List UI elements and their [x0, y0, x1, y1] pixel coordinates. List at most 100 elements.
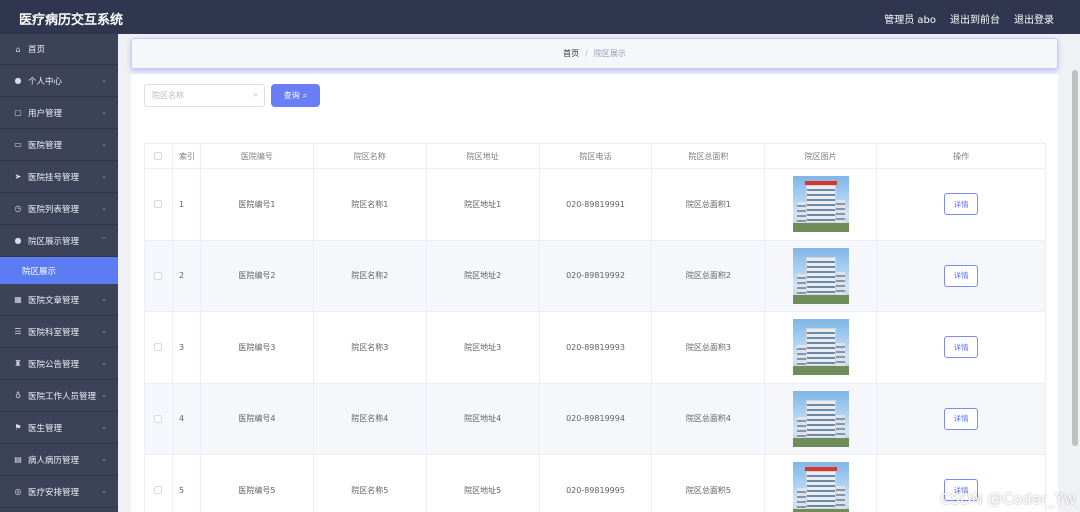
sidebar-subitem-campus-display[interactable]: 院区展示 [0, 257, 118, 284]
chevron-down-icon: ⌄ [101, 76, 107, 84]
hospital-image[interactable] [792, 319, 849, 376]
grid-icon: ▦ [14, 295, 22, 304]
index-cell: 4 [173, 383, 201, 454]
query-button[interactable]: 查询 ⌕ [271, 84, 320, 107]
area-cell: 院区总面积4 [652, 383, 766, 454]
chevron-down-icon: ⌄ [101, 295, 107, 303]
phone-cell: 020-89819993 [540, 312, 653, 383]
detail-button[interactable]: 详情 [944, 264, 979, 287]
campus-table: 索引 医院编号 院区名称 院区地址 院区电话 院区总面积 院区图片 操作 1 医… [144, 143, 1046, 512]
query-button-label: 查询 [283, 91, 300, 100]
chevron-down-icon: ⌄ [101, 359, 107, 367]
sidebar-item-personal-center[interactable]: ● 个人中心 ⌄ [0, 65, 118, 97]
index-cell: 1 [173, 169, 201, 240]
image-cell [765, 455, 878, 512]
sidebar-item-label: 医院工作人员管理 [28, 391, 97, 402]
sliders-icon: ☰ [14, 327, 22, 336]
flag-icon: ⚑ [14, 423, 22, 432]
chevron-down-icon: ⌄ [101, 172, 107, 180]
select-all-checkbox[interactable] [154, 152, 163, 160]
table-row: 2 医院编号2 院区名称2 院区地址2 020-89819992 院区总面积2 … [145, 240, 1046, 312]
action-cell: 详情 [877, 169, 1046, 240]
row-checkbox-cell [145, 312, 173, 383]
hospital-image[interactable] [792, 462, 849, 512]
row-checkbox-cell [145, 169, 173, 240]
chevron-down-icon: ⌄ [101, 204, 107, 212]
table-row: 4 医院编号4 院区名称4 院区地址4 020-89819994 院区总面积4 … [145, 383, 1046, 455]
search-icon: ⌕ [302, 90, 308, 100]
sidebar-item-label: 病人病历管理 [28, 455, 80, 466]
column-header: 操作 [877, 144, 1046, 168]
detail-button[interactable]: 详情 [944, 336, 979, 359]
phone-cell: 020-89819991 [540, 169, 653, 240]
hospital-image[interactable] [792, 176, 849, 233]
sidebar-item-campus-display-management[interactable]: ● 院区展示管理 ⌃ [0, 225, 118, 257]
sidebar-item-label: 个人中心 [28, 76, 63, 87]
action-cell: 详情 [877, 312, 1046, 383]
hospital-image[interactable] [792, 390, 849, 447]
table-row: 1 医院编号1 院区名称1 院区地址1 020-89819991 院区总面积1 … [145, 169, 1046, 241]
sidebar-item-article-management[interactable]: ▦ 医院文章管理 ⌄ [0, 284, 118, 316]
phone-cell: 020-89819994 [540, 383, 653, 454]
list-icon: ▤ [14, 455, 22, 464]
row-checkbox[interactable] [154, 414, 163, 423]
search-input[interactable] [145, 85, 245, 106]
row-checkbox[interactable] [154, 486, 163, 495]
vertical-scrollbar[interactable] [1072, 70, 1078, 446]
detail-button[interactable]: 详情 [944, 407, 979, 430]
address-cell: 院区地址2 [427, 240, 540, 311]
row-checkbox[interactable] [154, 271, 163, 280]
sidebar-item-registration-management[interactable]: ➤ 医院挂号管理 ⌄ [0, 161, 118, 193]
search-box: ⌕ [144, 84, 265, 107]
sidebar-item-label: 医院文章管理 [28, 295, 80, 306]
sidebar-item-label: 医院科室管理 [28, 327, 80, 338]
sidebar-item-hospital-list-management[interactable]: ◷ 医院列表管理 ⌄ [0, 193, 118, 225]
image-cell [765, 240, 878, 311]
chevron-up-icon: ⌃ [101, 236, 107, 244]
detail-button[interactable]: 详情 [944, 193, 979, 216]
sidebar-item-department-management[interactable]: ☰ 医院科室管理 ⌄ [0, 316, 118, 348]
address-cell: 院区地址1 [427, 169, 540, 240]
main-content: 首页 / 院区展示 ⌕ 查询 ⌕ 索引 医院编号 院区名称 院区地址 院区电话 … [118, 34, 1080, 512]
content-panel: ⌕ 查询 ⌕ 索引 医院编号 院区名称 院区地址 院区电话 院区总面积 院区图片… [131, 74, 1058, 512]
image-cell [765, 383, 878, 454]
chevron-down-icon: ⌄ [101, 455, 107, 463]
row-checkbox-cell [145, 383, 173, 454]
logout-link[interactable]: 退出登录 [1014, 11, 1054, 26]
app-title: 医疗病历交互系统 [19, 13, 124, 28]
sidebar-item-medical-record-management[interactable]: ▤ 病人病历管理 ⌄ [0, 444, 118, 476]
area-cell: 院区总面积5 [652, 455, 766, 512]
sidebar-item-label: 医院挂号管理 [28, 172, 80, 183]
sidebar-item-hospital-management[interactable]: ▭ 医院管理 ⌄ [0, 129, 118, 161]
row-checkbox[interactable] [154, 200, 163, 209]
code-cell: 医院编号3 [201, 312, 314, 383]
breadcrumb-home[interactable]: 首页 [563, 48, 579, 59]
column-header: 院区电话 [540, 144, 653, 168]
chevron-down-icon: ⌄ [101, 391, 107, 399]
row-checkbox-cell [145, 455, 173, 512]
name-cell: 院区名称4 [314, 383, 427, 454]
sidebar-item-label: 用户管理 [28, 108, 63, 119]
compass-icon: ◎ [14, 487, 22, 496]
index-cell: 3 [173, 312, 201, 383]
sidebar-item-notice-management[interactable]: ♜ 医院公告管理 ⌄ [0, 348, 118, 380]
image-cell [765, 312, 878, 383]
back-to-front-link[interactable]: 退出到前台 [950, 11, 1000, 26]
code-cell: 医院编号2 [201, 240, 314, 311]
sidebar-item-label: 医院管理 [28, 140, 63, 151]
sidebar-item-staff-management[interactable]: ♁ 医院工作人员管理 ⌄ [0, 380, 118, 412]
sidebar-item-doctor-management[interactable]: ⚑ 医生管理 ⌄ [0, 412, 118, 444]
row-checkbox[interactable] [154, 343, 163, 352]
trophy-icon: ♜ [14, 359, 22, 368]
sidebar-item-schedule-management[interactable]: ◎ 医疗安排管理 ⌄ [0, 476, 118, 508]
sidebar-item-home[interactable]: ⌂ 首页 [0, 34, 118, 65]
column-header: 医院编号 [201, 144, 314, 168]
send-icon: ➤ [14, 172, 22, 181]
code-cell: 医院编号4 [201, 383, 314, 454]
chevron-down-icon: ⌄ [101, 423, 107, 431]
hospital-image[interactable] [792, 247, 849, 304]
sidebar-item-label: 医院列表管理 [28, 204, 80, 215]
sidebar-item-user-management[interactable]: ▢ 用户管理 ⌄ [0, 97, 118, 129]
address-cell: 院区地址4 [427, 383, 540, 454]
code-cell: 医院编号1 [201, 169, 314, 240]
